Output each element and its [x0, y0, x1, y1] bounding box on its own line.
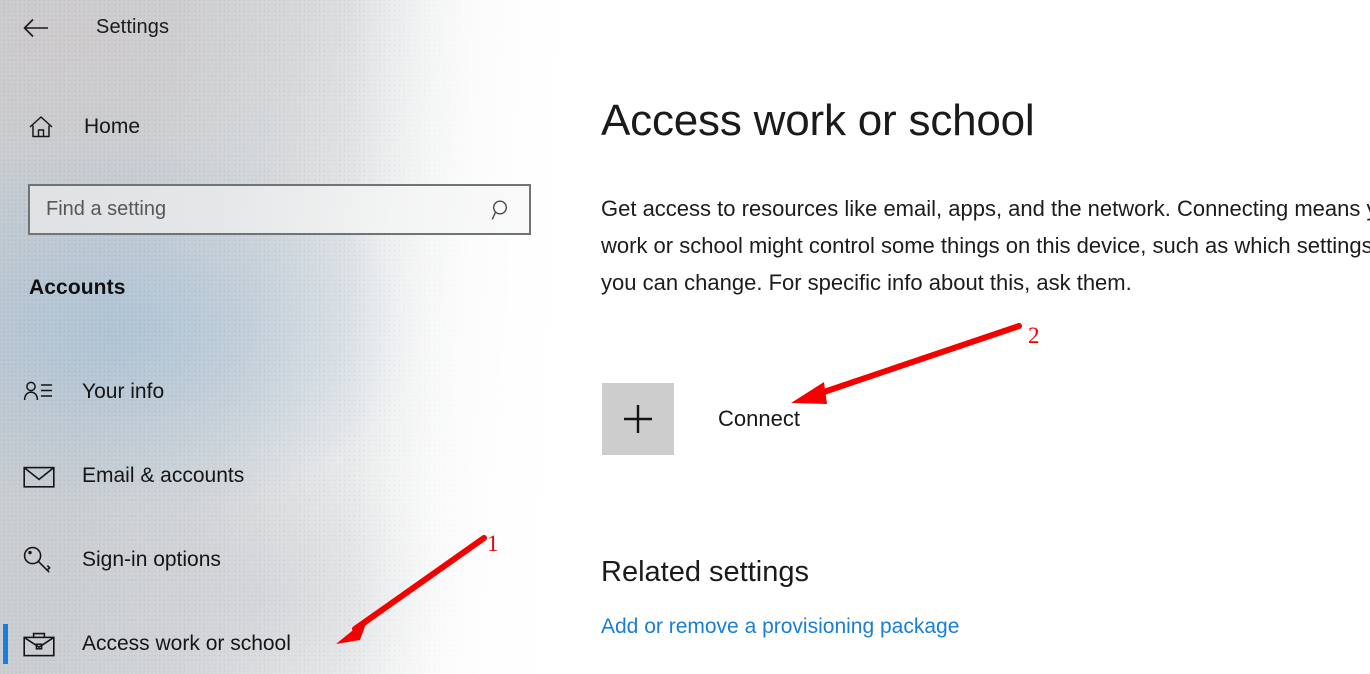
selection-indicator [3, 624, 8, 664]
sidebar: Settings Home Account [0, 0, 560, 674]
connect-label: Connect [718, 406, 800, 431]
sidebar-item-label-home: Home [84, 115, 141, 138]
title-bar: Settings [0, 0, 560, 56]
sidebar-item-label: Email & accounts [82, 464, 245, 487]
connect-button[interactable]: Connect [602, 383, 800, 455]
page-description: Get access to resources like email, apps… [601, 196, 1370, 295]
user-info-icon [23, 377, 59, 407]
sidebar-item-sign-in-options[interactable]: Sign-in options [0, 532, 536, 588]
app-title: Settings [96, 16, 170, 38]
key-icon [23, 545, 59, 575]
plus-icon [602, 383, 674, 455]
home-icon [28, 114, 54, 140]
sidebar-item-access-work-or-school[interactable]: Access work or school [0, 616, 536, 672]
envelope-icon [23, 461, 59, 491]
related-settings-heading: Related settings [601, 556, 809, 588]
sidebar-item-home[interactable]: Home [0, 103, 536, 151]
sidebar-item-your-info[interactable]: Your info [0, 364, 536, 420]
sidebar-section-header: Accounts [29, 276, 126, 299]
sidebar-item-label: Your info [82, 380, 165, 403]
sidebar-item-label: Sign-in options [82, 548, 221, 571]
back-arrow-icon[interactable] [16, 8, 56, 48]
search-icon[interactable] [485, 199, 519, 221]
briefcase-icon [23, 629, 59, 659]
main-content: Access work or school Get access to reso… [560, 0, 1370, 674]
related-link-provisioning-package[interactable]: Add or remove a provisioning package [601, 615, 959, 639]
sidebar-nav-list: Your info Email & accounts Sign-in optio… [0, 364, 536, 672]
sidebar-item-email-and-accounts[interactable]: Email & accounts [0, 448, 536, 504]
settings-window: Settings Home Account [0, 0, 1370, 674]
sidebar-item-label: Access work or school [82, 632, 291, 655]
page-title: Access work or school [601, 96, 1035, 145]
search-input[interactable] [46, 198, 485, 221]
search-box[interactable] [28, 184, 531, 235]
